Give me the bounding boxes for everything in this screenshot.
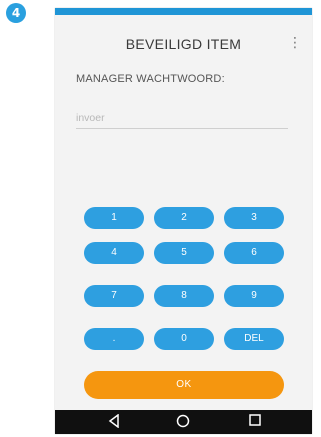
key-3[interactable]: 3 xyxy=(224,207,284,229)
page-title: BEVEILIGD ITEM xyxy=(125,36,242,52)
recents-square-icon[interactable] xyxy=(245,414,265,430)
key-delete[interactable]: DEL xyxy=(224,328,284,350)
key-2[interactable]: 2 xyxy=(154,207,214,229)
android-nav-bar xyxy=(55,410,312,434)
back-triangle-icon[interactable] xyxy=(104,414,124,430)
key-5[interactable]: 5 xyxy=(154,242,214,264)
key-dot[interactable]: . xyxy=(84,328,144,350)
key-8[interactable]: 8 xyxy=(154,285,214,307)
ok-button[interactable]: OK xyxy=(84,371,284,399)
key-7[interactable]: 7 xyxy=(84,285,144,307)
status-bar xyxy=(55,8,312,15)
more-vert-icon[interactable]: ⋮ xyxy=(288,36,302,50)
step-number-badge: 4 xyxy=(6,3,26,23)
home-circle-icon[interactable] xyxy=(173,414,193,430)
manager-password-label: MANAGER WACHTWOORD: xyxy=(76,73,225,85)
phone-screen: BEVEILIGD ITEM ⋮ MANAGER WACHTWOORD: 1 2… xyxy=(55,8,312,434)
password-input[interactable] xyxy=(76,108,288,129)
key-6[interactable]: 6 xyxy=(224,242,284,264)
key-9[interactable]: 9 xyxy=(224,285,284,307)
key-1[interactable]: 1 xyxy=(84,207,144,229)
key-0[interactable]: 0 xyxy=(154,328,214,350)
key-4[interactable]: 4 xyxy=(84,242,144,264)
